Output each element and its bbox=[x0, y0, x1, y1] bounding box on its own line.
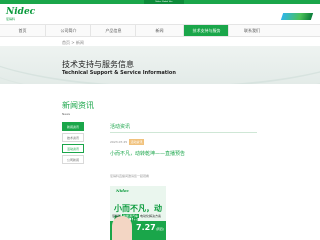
hero-banner: 技术支持与服务信息 Technical Support & Service In… bbox=[0, 46, 320, 84]
hero-decor-arc bbox=[0, 46, 320, 84]
article-body: 尼得科直播间邀请您一起观看 bbox=[110, 174, 150, 178]
hero-subtitle: Technical Support & Service Information bbox=[62, 70, 176, 76]
nav-item-support[interactable]: 技术支持与服务 bbox=[183, 25, 229, 36]
header-banner-graphic bbox=[280, 13, 314, 20]
sidebar-item-events[interactable]: 活动资讯 bbox=[62, 144, 84, 153]
article-date: 2023.07.25 bbox=[110, 140, 128, 144]
poster-logo: Nidec bbox=[116, 188, 129, 193]
category-tag[interactable]: 活动资讯 bbox=[129, 139, 144, 145]
main-nav: 首页 公司简介 产品信息 新闻 技术支持与服务 联系我们 bbox=[0, 24, 320, 37]
sidebar-item-tech[interactable]: 技术资讯 bbox=[62, 133, 84, 142]
top-bar: Nidec Global Site bbox=[0, 0, 320, 4]
nav-item-contact[interactable]: 联系我们 bbox=[228, 25, 275, 36]
event-poster: Nidec 小而不凡，动转乾坤 尼得科 新能源汽车 电动化解决方案 7.27(周… bbox=[110, 186, 166, 240]
poster-presenter-image bbox=[112, 216, 132, 240]
nidec-logo[interactable]: Nidec bbox=[6, 8, 35, 17]
breadcrumb-current: 新闻 bbox=[75, 40, 84, 45]
sidebar-item-news[interactable]: 新闻资讯 bbox=[62, 122, 84, 131]
poster-date: 7.27(周四) bbox=[136, 223, 164, 232]
poster-date-note: (周四) bbox=[155, 227, 165, 231]
section-title: 活动资讯 bbox=[110, 124, 131, 130]
nav-item-products[interactable]: 产品信息 bbox=[90, 25, 136, 36]
sidebar-subtitle: News bbox=[62, 112, 71, 116]
poster-date-value: 7.27 bbox=[136, 223, 156, 232]
article-title: 小而不凡，动转乾坤——直播预告 bbox=[110, 151, 186, 157]
sidebar-menu: 新闻资讯 技术资讯 活动资讯 公司新闻 bbox=[62, 122, 84, 166]
nav-item-news[interactable]: 新闻 bbox=[135, 25, 183, 36]
nav-item-home[interactable]: 首页 bbox=[0, 25, 45, 36]
poster-sub-suffix: 电动化解决方案 bbox=[139, 214, 161, 218]
section-divider bbox=[110, 132, 257, 133]
global-site-link[interactable]: Nidec Global Site bbox=[144, 0, 184, 4]
sidebar-title: 新闻资讯 bbox=[62, 101, 94, 110]
nidec-logo-sub: 尼得科 bbox=[6, 17, 16, 21]
sidebar-item-company-news[interactable]: 公司新闻 bbox=[62, 155, 84, 164]
hero-title: 技术支持与服务信息 bbox=[62, 60, 134, 69]
breadcrumb-home[interactable]: 首页 bbox=[62, 40, 70, 45]
nav-item-company[interactable]: 公司简介 bbox=[45, 25, 91, 36]
